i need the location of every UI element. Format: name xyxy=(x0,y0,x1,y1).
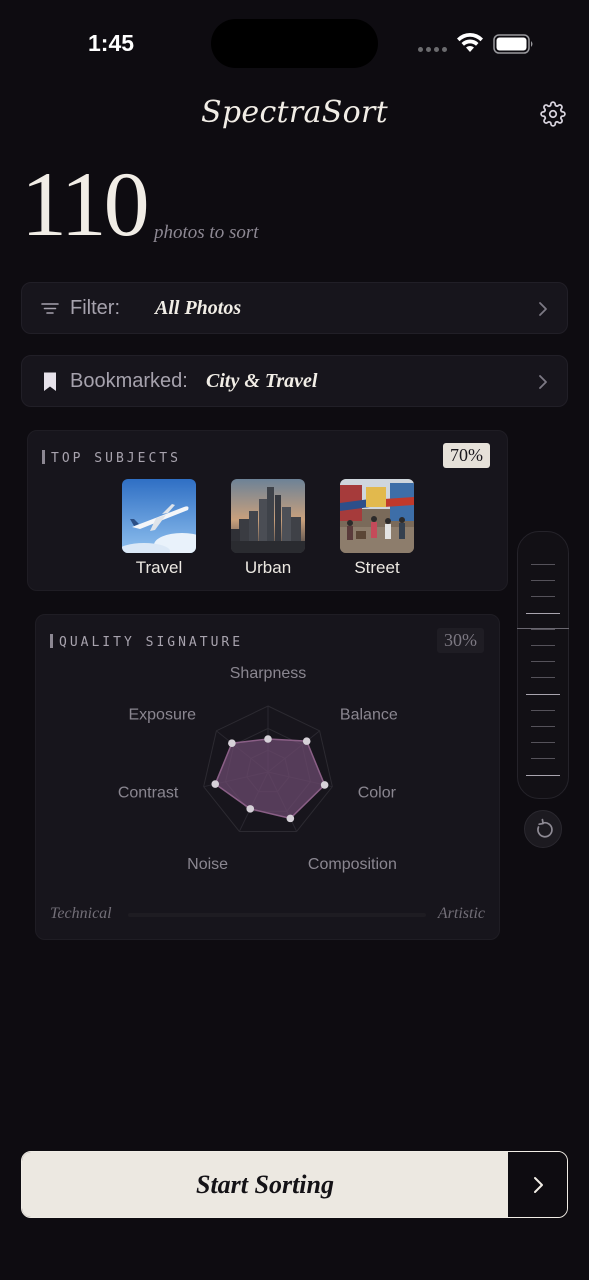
slider-tick xyxy=(526,774,560,776)
slider-tick xyxy=(531,645,555,646)
filter-lines-icon xyxy=(41,303,59,314)
radar-point xyxy=(286,814,295,823)
slider-tick xyxy=(526,612,560,614)
photo-count: 110 xyxy=(21,153,150,255)
subject-label: Travel xyxy=(135,558,183,577)
radar-axis-label: Composition xyxy=(308,856,397,873)
subject-label: Street xyxy=(354,558,400,577)
slider-tick xyxy=(531,661,555,663)
slider-tick xyxy=(531,742,555,744)
radar-point xyxy=(246,805,255,813)
slider-tick xyxy=(531,628,555,630)
filter-value: All Photos xyxy=(155,296,242,319)
gear-icon[interactable] xyxy=(540,101,566,127)
start-sorting-button[interactable]: Start Sorting xyxy=(21,1151,568,1218)
battery-icon xyxy=(493,34,533,54)
slider-tick xyxy=(526,693,560,695)
chevron-right-icon xyxy=(539,375,547,389)
radar-axis-label: Noise xyxy=(187,856,228,873)
quality-radar-chart: Sharpness Balance Color Composition Noise Con… xyxy=(118,665,398,873)
filter-row[interactable]: Filter: All Photos xyxy=(21,282,568,334)
wifi-icon xyxy=(457,32,483,52)
radar-point xyxy=(320,781,329,789)
status-bar: 1:45 xyxy=(0,0,589,88)
technical-artistic-slider[interactable] xyxy=(517,531,569,799)
slider-tick xyxy=(531,580,555,582)
photo-count-label: photos to sort xyxy=(154,222,259,243)
top-subjects-percent: 70% xyxy=(443,443,490,468)
filter-label: Filter: xyxy=(70,296,120,319)
subject-label: Urban xyxy=(244,558,292,577)
radar-point xyxy=(302,737,311,745)
radar-axis-label: Balance xyxy=(340,707,398,724)
radar-point xyxy=(228,739,236,747)
start-sorting-label: Start Sorting xyxy=(22,1152,508,1217)
slider-indicator[interactable] xyxy=(517,627,569,629)
subject-travel[interactable]: Travel xyxy=(122,479,196,578)
subject-urban[interactable]: Urban xyxy=(231,479,305,578)
bookmarked-value: City & Travel xyxy=(206,369,318,392)
top-subjects-card[interactable]: TOP SUBJECTS 70% Travel Urban Street xyxy=(27,430,508,591)
bookmark-icon xyxy=(44,372,56,391)
app-title: SpectraSort xyxy=(201,95,388,130)
reset-button[interactable] xyxy=(524,810,562,848)
radar-axis-label: Color xyxy=(358,784,397,801)
spectrum-right-label: Artistic xyxy=(437,905,485,922)
radar-point xyxy=(264,735,272,743)
subject-street[interactable]: Street xyxy=(340,479,414,578)
slider-tick xyxy=(531,709,555,711)
radar-axis-label: Contrast xyxy=(118,784,179,801)
slider-tick xyxy=(531,596,555,598)
reset-icon xyxy=(537,818,553,838)
skyline-photo xyxy=(231,479,305,553)
chevron-right-icon xyxy=(539,302,547,316)
radar-axis-label: Exposure xyxy=(128,707,196,724)
street-photo xyxy=(340,479,414,553)
bookmarked-label: Bookmarked: xyxy=(70,369,188,392)
spectrum-track xyxy=(128,913,426,917)
bookmarked-row[interactable]: Bookmarked: City & Travel xyxy=(21,355,568,407)
airplane-photo xyxy=(122,479,196,553)
top-subjects-title: TOP SUBJECTS xyxy=(42,450,181,466)
chevron-right-icon xyxy=(534,1176,543,1193)
status-time: 1:45 xyxy=(88,30,135,56)
quality-signature-card[interactable]: QUALITY SIGNATURE 30% Sharpness Balance Co… xyxy=(35,614,500,940)
slider-tick xyxy=(531,726,555,727)
radar-value-area xyxy=(214,738,326,820)
slider-tick xyxy=(531,677,555,679)
dynamic-island xyxy=(211,19,378,68)
radar-axis-label: Sharpness xyxy=(230,665,307,682)
signal-icon xyxy=(418,47,447,52)
cta-arrow-button[interactable] xyxy=(508,1152,567,1217)
slider-tick xyxy=(531,758,555,760)
slider-tick xyxy=(531,564,555,565)
spectrum-left-label: Technical xyxy=(50,905,112,922)
radar-point xyxy=(211,780,220,788)
